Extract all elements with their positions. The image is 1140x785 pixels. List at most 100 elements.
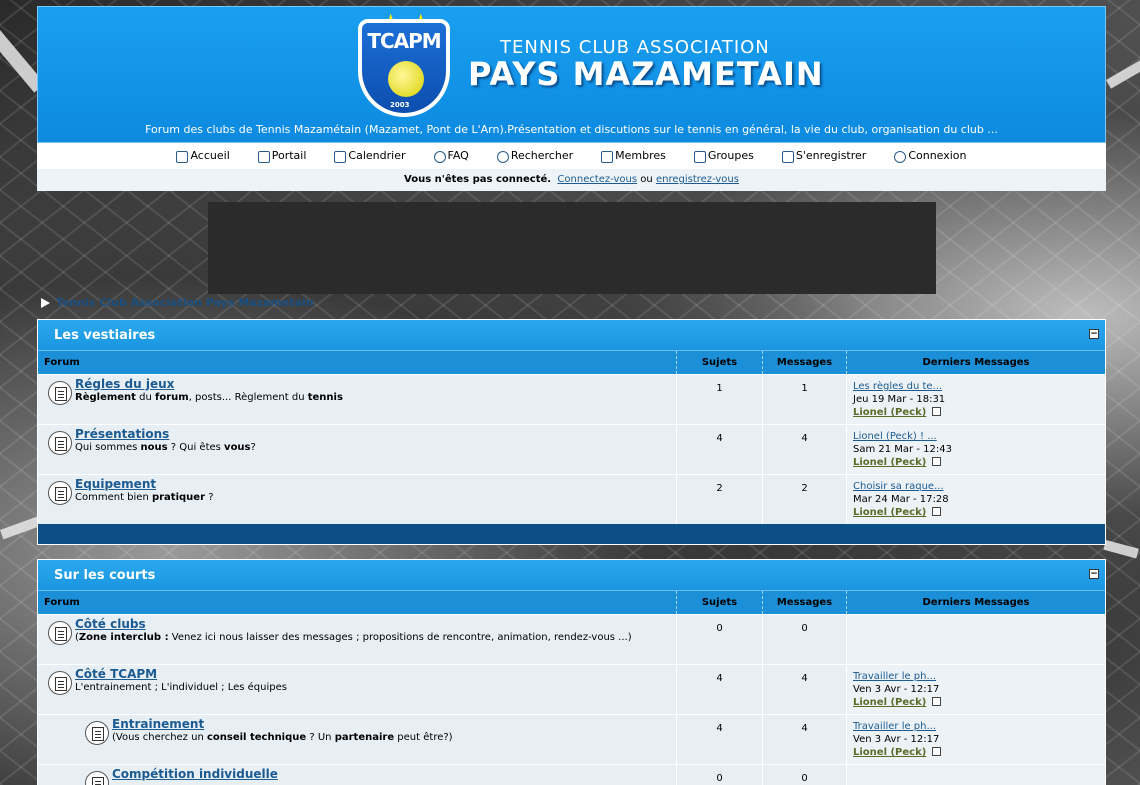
forum-topics-count: 4 — [677, 715, 763, 764]
desc-text: ? — [205, 492, 214, 503]
forum-topics-count: 4 — [677, 425, 763, 474]
goto-post-icon[interactable] — [932, 507, 942, 516]
forum-read-icon — [48, 621, 72, 645]
last-post-link[interactable]: Lionel (Peck) ! ... — [853, 430, 1105, 443]
bg-stripe — [1103, 540, 1139, 559]
forum-title-link[interactable]: Compétition individuelle — [112, 768, 665, 781]
logo-text: TCAPM — [367, 29, 441, 53]
site-header: ★ ★ TCAPM 2003 TENNIS CLUB ASSOCIATION P… — [37, 6, 1106, 143]
desc-emphasis: vous — [224, 442, 251, 453]
arrow-icon — [41, 297, 50, 308]
forum-title-link[interactable]: Présentations — [75, 428, 665, 441]
last-post-link[interactable]: Choisir sa raque... — [853, 480, 1105, 493]
forum-cell: Présentations Qui sommes nous ? Qui êtes… — [38, 425, 677, 474]
desc-text: ? — [250, 442, 256, 453]
breadcrumb-home[interactable]: Tennis Club Association Pays Mazametain — [56, 296, 314, 309]
col-topics: Sujets — [677, 351, 763, 374]
desc-emphasis: Zone interclub : — [78, 632, 169, 643]
last-post-link[interactable]: Travailler le ph... — [853, 670, 1105, 683]
last-post-author[interactable]: Lionel (Peck) — [853, 697, 926, 708]
desc-emphasis: pratiquer — [151, 492, 206, 503]
forum-last-post: Lionel (Peck) ! ... Sam 21 Mar - 12:43 L… — [847, 425, 1105, 474]
forum-last-post: Travailler le ph... Ven 3 Avr - 12:17 Li… — [847, 665, 1105, 714]
nav-item-members[interactable]: Membres — [601, 149, 666, 163]
forum-read-icon — [48, 481, 72, 505]
desc-text: du — [135, 392, 155, 403]
logo-year: 2003 — [390, 101, 410, 109]
nav-item-power[interactable]: Connexion — [894, 149, 967, 163]
nav-item-label: Accueil — [190, 149, 230, 162]
last-post-author[interactable]: Lionel (Peck) — [853, 507, 926, 518]
forum-messages-count: 0 — [763, 765, 847, 785]
nav-item-register[interactable]: S'enregistrer — [781, 149, 867, 163]
last-post-link[interactable]: Les règles du te... — [853, 380, 1105, 393]
category-header: Forum Sujets Messages Derniers Messages — [38, 590, 1105, 614]
forum-description: (Zone interclub : Venez ici nous laisser… — [75, 631, 665, 644]
register-link[interactable]: enregistrez-vous — [656, 174, 739, 185]
forum-info: Equipement Comment bien pratiquer ? — [75, 478, 665, 504]
portal-icon — [257, 150, 270, 163]
col-messages: Messages — [763, 591, 847, 614]
last-post-date: Ven 3 Avr - 12:17 — [853, 734, 940, 745]
last-post-date: Mar 24 Mar - 17:28 — [853, 494, 949, 505]
collapse-icon[interactable]: − — [1089, 569, 1099, 579]
nav-item-help[interactable]: FAQ — [433, 149, 469, 163]
nav-item-label: S'enregistrer — [795, 149, 867, 162]
forum-cell: Régles du jeux Règlement du forum, posts… — [38, 375, 677, 424]
forum-cell: Côté clubs (Zone interclub : Venez ici n… — [38, 615, 677, 664]
nav-item-label: Calendrier — [348, 149, 406, 162]
last-post-link[interactable]: Travailler le ph... — [853, 720, 1105, 733]
search-icon — [496, 150, 509, 163]
nav-item-search[interactable]: Rechercher — [496, 149, 573, 163]
forum-cell: Compétition individuelle — [38, 765, 677, 785]
bg-stripe — [1106, 60, 1140, 89]
calendar-icon — [334, 150, 347, 163]
forum-topics-count: 1 — [677, 375, 763, 424]
nav-item-home[interactable]: Accueil — [176, 149, 230, 163]
last-post-author[interactable]: Lionel (Peck) — [853, 747, 926, 758]
goto-post-icon[interactable] — [932, 747, 942, 756]
desc-text: Qui sommes — [75, 442, 141, 453]
forum-row: Equipement Comment bien pratiquer ? 2 2 … — [38, 474, 1105, 524]
forum-messages-count: 2 — [763, 475, 847, 524]
nav-item-portal[interactable]: Portail — [257, 149, 306, 163]
forum-info: Entrainement (Vous cherchez un conseil t… — [112, 718, 665, 744]
col-topics: Sujets — [677, 591, 763, 614]
category-title[interactable]: Les vestiaires − — [38, 320, 1105, 350]
col-forum: Forum — [38, 351, 677, 374]
forum-description: Règlement du forum, posts... Règlement d… — [75, 391, 665, 404]
forum-title-link[interactable]: Régles du jeux — [75, 378, 665, 391]
desc-text: , posts... Règlement du — [188, 392, 308, 403]
forum-title-link[interactable]: Entrainement — [112, 718, 665, 731]
nav-items: Accueil Portail Calendrier FAQ Rechercher Mem… — [37, 143, 1106, 163]
site-title: PAYS MAZAMETAIN — [468, 55, 824, 93]
site-logo[interactable]: ★ ★ TCAPM 2003 — [358, 9, 468, 119]
tennis-ball-icon — [388, 61, 424, 97]
groups-icon — [693, 150, 706, 163]
desc-text: peut être?) — [394, 732, 453, 743]
desc-emphasis: conseil technique — [206, 732, 307, 743]
login-status-bar: Vous n'êtes pas connecté. Connectez-vous… — [37, 169, 1106, 191]
forum-title-link[interactable]: Côté TCAPM — [75, 668, 665, 681]
desc-emphasis: Règlement — [75, 392, 136, 403]
members-icon — [601, 150, 614, 163]
category-title[interactable]: Sur les courts − — [38, 560, 1105, 590]
forum-title-link[interactable]: Equipement — [75, 478, 665, 491]
login-link[interactable]: Connectez-vous — [557, 174, 637, 185]
forum-topics-count: 4 — [677, 665, 763, 714]
login-or: ou — [640, 174, 653, 185]
collapse-icon[interactable]: − — [1089, 329, 1099, 339]
forum-messages-count: 4 — [763, 665, 847, 714]
last-post-author[interactable]: Lionel (Peck) — [853, 407, 926, 418]
bg-stripe — [0, 516, 42, 540]
nav-item-calendar[interactable]: Calendrier — [334, 149, 406, 163]
forum-read-icon — [85, 721, 109, 745]
nav-item-groups[interactable]: Groupes — [693, 149, 754, 163]
goto-post-icon[interactable] — [932, 407, 942, 416]
goto-post-icon[interactable] — [932, 457, 942, 466]
col-last-messages: Derniers Messages — [922, 597, 1030, 608]
goto-post-icon[interactable] — [932, 697, 942, 706]
forum-title-link[interactable]: Côté clubs — [75, 618, 665, 631]
last-post-author[interactable]: Lionel (Peck) — [853, 457, 926, 468]
ad-banner[interactable] — [208, 202, 936, 294]
